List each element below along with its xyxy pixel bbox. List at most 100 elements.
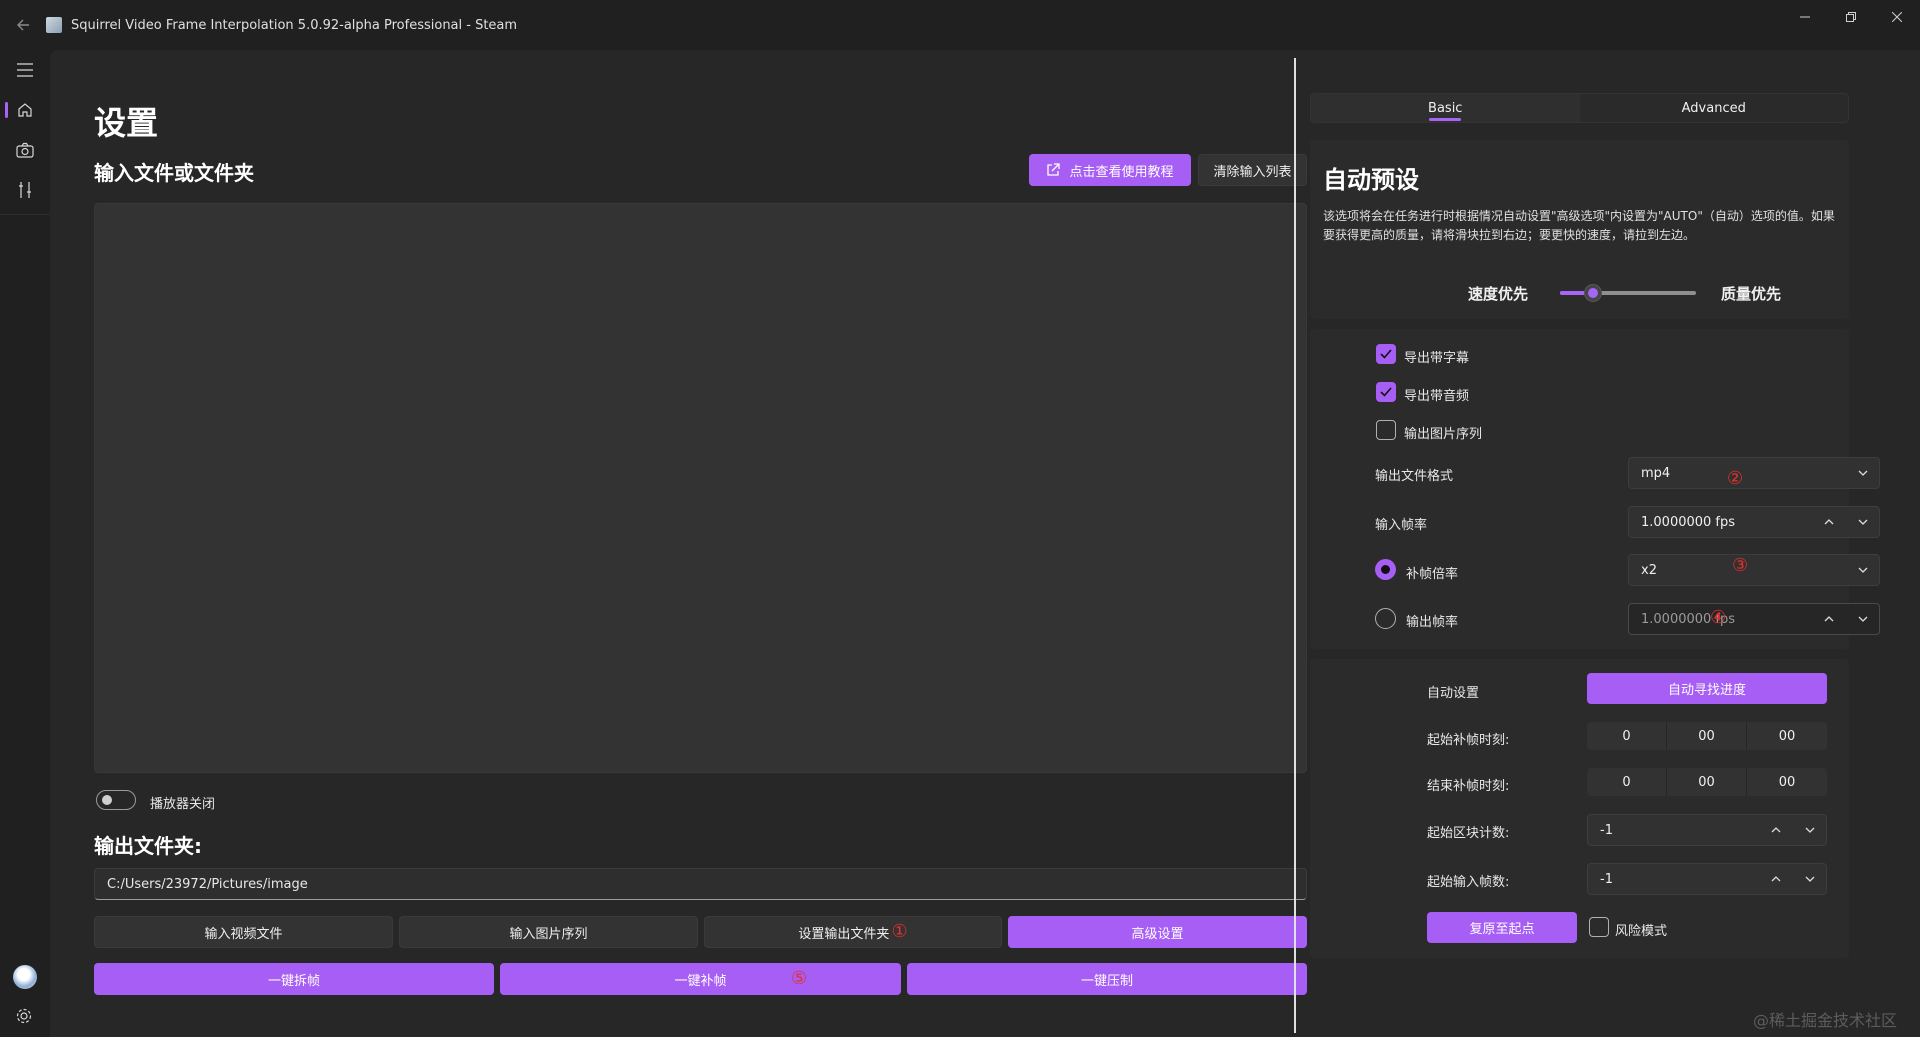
chevron-up-icon[interactable] (1823, 613, 1835, 625)
multiplier-dropdown[interactable]: x2 (1628, 554, 1880, 586)
set-output-folder-button[interactable]: 设置输出文件夹 ① (704, 916, 1002, 948)
options-card (1310, 329, 1849, 649)
interpolate-button-label: 一键补帧 (674, 973, 727, 989)
split-frames-button[interactable]: 一键拆帧 (94, 963, 494, 995)
hamburger-menu-icon[interactable] (0, 50, 50, 90)
export-image-seq-label: 输出图片序列 (1404, 427, 1483, 442)
input-fps-label: 输入帧率 (1375, 518, 1428, 533)
output-fps-spinner[interactable]: 1.0000000 fps (1628, 603, 1880, 635)
annotation-marker-5: ⑤ (791, 968, 808, 989)
start-frame-value: -1 (1600, 871, 1613, 887)
left-navigation (0, 50, 50, 1037)
start-time-input[interactable]: 0 00 00 (1587, 722, 1827, 750)
export-image-seq-checkbox[interactable] (1376, 420, 1396, 440)
clear-input-list-button[interactable]: 清除输入列表 (1198, 154, 1307, 186)
annotation-marker-3: ③ (1732, 555, 1749, 576)
auto-preset-title: 自动预设 (1323, 166, 1419, 194)
chevron-down-icon[interactable] (1804, 824, 1816, 836)
annotation-marker-2: ② (1727, 468, 1744, 489)
player-toggle[interactable] (96, 790, 136, 810)
output-format-value: mp4 (1641, 465, 1671, 481)
camera-icon[interactable] (0, 130, 50, 170)
reset-to-start-button[interactable]: 复原至起点 (1427, 912, 1577, 943)
chevron-up-icon[interactable] (1770, 824, 1782, 836)
title-bar: Squirrel Video Frame Interpolation 5.0.9… (0, 0, 1920, 50)
start-time-minutes[interactable]: 00 (1667, 722, 1747, 750)
restore-icon[interactable] (1828, 0, 1874, 34)
start-frame-label: 起始输入帧数: (1427, 875, 1510, 890)
input-section-title: 输入文件或文件夹 (94, 161, 254, 185)
chevron-down-icon[interactable] (1804, 873, 1816, 885)
chevron-up-icon[interactable] (1823, 516, 1835, 528)
slider-thumb[interactable] (1584, 284, 1602, 302)
encode-button[interactable]: 一键压制 (907, 963, 1307, 995)
multiplier-label: 补帧倍率 (1406, 567, 1459, 582)
home-icon[interactable] (0, 90, 50, 130)
chevron-up-icon[interactable] (1770, 873, 1782, 885)
close-icon[interactable] (1874, 0, 1920, 34)
start-chunk-label: 起始区块计数: (1427, 826, 1510, 841)
output-format-dropdown[interactable]: mp4 (1628, 457, 1880, 489)
end-time-minutes[interactable]: 00 (1667, 768, 1747, 796)
risk-mode-label: 风险模式 (1615, 924, 1668, 939)
tab-advanced[interactable]: Advanced (1580, 94, 1849, 122)
settings-icon[interactable] (15, 1007, 33, 1029)
end-time-hours[interactable]: 0 (1587, 768, 1667, 796)
export-subtitles-label: 导出带字幕 (1404, 351, 1470, 366)
page-title: 设置 (94, 104, 159, 142)
multiplier-radio[interactable] (1375, 559, 1396, 580)
input-file-list[interactable] (94, 203, 1307, 773)
app-icon (46, 17, 62, 33)
export-subtitles-checkbox[interactable] (1376, 344, 1396, 364)
user-avatar[interactable] (13, 965, 37, 989)
end-time-input[interactable]: 0 00 00 (1587, 768, 1827, 796)
external-link-icon (1047, 163, 1061, 176)
minimize-icon[interactable] (1782, 0, 1828, 34)
start-time-seconds[interactable]: 00 (1747, 722, 1827, 750)
export-audio-label: 导出带音频 (1404, 389, 1470, 404)
output-path-field[interactable]: C:/Users/23972/Pictures/image (94, 868, 1307, 900)
window-title: Squirrel Video Frame Interpolation 5.0.9… (71, 17, 518, 33)
start-time-label: 起始补帧时刻: (1427, 733, 1510, 748)
chevron-down-icon (1858, 470, 1868, 476)
tutorial-button[interactable]: 点击查看使用教程 (1029, 154, 1191, 186)
settings-tabs: Basic Advanced (1310, 93, 1849, 123)
start-time-hours[interactable]: 0 (1587, 722, 1667, 750)
end-time-label: 结束补帧时刻: (1427, 779, 1510, 794)
input-fps-value: 1.0000000 fps (1641, 514, 1736, 530)
pane-splitter[interactable] (1294, 58, 1296, 1033)
input-fps-spinner[interactable]: 1.0000000 fps (1628, 506, 1880, 538)
output-format-label: 输出文件格式 (1375, 469, 1454, 484)
start-frame-spinner[interactable]: -1 (1587, 863, 1827, 895)
output-fps-radio[interactable] (1375, 608, 1396, 629)
output-section-title: 输出文件夹: (94, 834, 202, 858)
quality-speed-slider[interactable] (1560, 284, 1696, 302)
player-toggle-knob (102, 795, 112, 805)
nav-divider (0, 214, 50, 215)
tutorial-button-label: 点击查看使用教程 (1069, 164, 1174, 180)
risk-mode-checkbox[interactable] (1589, 917, 1609, 937)
annotation-marker-4: ④ (1710, 607, 1727, 628)
end-time-seconds[interactable]: 00 (1747, 768, 1827, 796)
speed-priority-label: 速度优先 (1468, 285, 1529, 303)
check-icon (1380, 349, 1392, 359)
multiplier-value: x2 (1641, 562, 1657, 578)
back-arrow-icon[interactable] (0, 0, 46, 50)
advanced-settings-button[interactable]: 高级设置 (1008, 916, 1307, 948)
window-controls (1782, 0, 1920, 34)
player-toggle-label: 播放器关闭 (150, 797, 216, 812)
auto-find-progress-button[interactable]: 自动寻找进度 (1587, 673, 1827, 704)
chevron-down-icon[interactable] (1857, 516, 1869, 528)
annotation-marker-1: ① (891, 921, 908, 942)
output-fps-label: 输出帧率 (1406, 615, 1459, 630)
start-chunk-spinner[interactable]: -1 (1587, 814, 1827, 846)
input-image-seq-button[interactable]: 输入图片序列 (399, 916, 698, 948)
tools-icon[interactable] (0, 170, 50, 210)
chevron-down-icon[interactable] (1857, 613, 1869, 625)
quality-priority-label: 质量优先 (1721, 285, 1782, 303)
export-audio-checkbox[interactable] (1376, 382, 1396, 402)
interpolate-button[interactable]: 一键补帧 (500, 963, 901, 995)
set-output-folder-label: 设置输出文件夹 (798, 926, 890, 942)
tab-basic[interactable]: Basic (1311, 94, 1580, 122)
input-video-button[interactable]: 输入视频文件 (94, 916, 393, 948)
